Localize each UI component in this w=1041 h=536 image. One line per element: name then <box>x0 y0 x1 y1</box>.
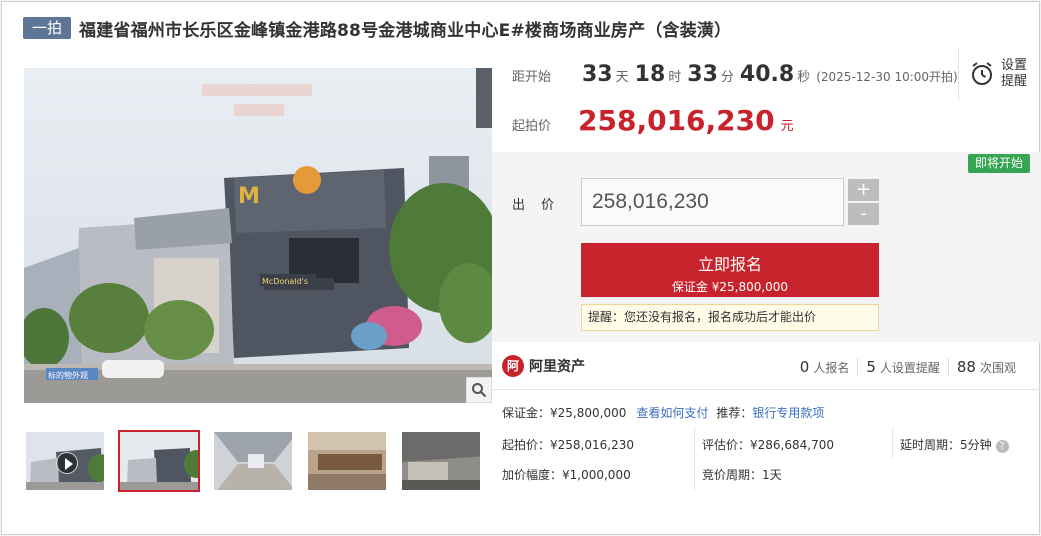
stat-number: 88 <box>956 358 976 376</box>
alarm-clock-icon <box>972 62 992 85</box>
magnifier-icon <box>472 383 487 398</box>
apply-deposit: 保证金 ¥25,800,000 <box>671 280 789 294</box>
bank-funds-link[interactable]: 银行专用款项 <box>752 404 824 421</box>
reminder-line2: 提醒 <box>1001 74 1028 89</box>
svg-text:M: M <box>238 184 260 209</box>
seconds-unit: 秒 <box>797 70 811 85</box>
thumbnail-strip <box>24 430 494 494</box>
status-badge: 即将开始 <box>967 154 1030 173</box>
deposit-row: 保证金：¥25,800,000 查看如何支付 推荐： 银行专用款项 <box>502 404 824 421</box>
registration-tip: 提醒：您还没有报名，报名成功后才能出价 <box>581 304 879 331</box>
set-reminder-button[interactable]: 设置 提醒 <box>958 48 1040 100</box>
bid-panel: 即将开始 出 价 258,016,230 + - 立即报名 保证金 ¥25,80… <box>492 152 1040 342</box>
days-unit: 天 <box>615 70 629 85</box>
how-to-pay-link[interactable]: 查看如何支付 <box>636 404 708 421</box>
increase-bid-button[interactable]: + <box>848 179 879 201</box>
countdown-seconds: 40.8 <box>739 62 795 87</box>
auction-round-tag: 一拍 <box>23 17 72 39</box>
detail-start-price: 起拍价：¥258,016,230 <box>502 438 634 452</box>
detail-bid-cycle: 竞价周期：1天 <box>702 468 782 482</box>
mall-photo-image: M 标的物外观 McDonald's <box>24 68 492 403</box>
reminder-line1: 设置 <box>1001 58 1028 73</box>
detail-delay: 延时周期：5分钟? <box>900 436 1009 453</box>
start-price-label: 起拍价 <box>512 119 552 134</box>
start-price-unit: 元 <box>780 119 794 134</box>
help-icon[interactable]: ? <box>995 440 1009 453</box>
photo-brand-text: McDonald's <box>262 277 308 286</box>
thumbnail-selected[interactable] <box>118 430 200 492</box>
minutes-unit: 分 <box>720 70 734 85</box>
countdown: 距开始 33 天 18 时 33 分 40.8 秒 (2025-12-30 10… <box>512 62 958 87</box>
stat-label: 人设置提醒 <box>879 361 940 375</box>
ali-logo-icon: 阿 <box>502 355 524 377</box>
bid-stepper: + - <box>848 179 879 227</box>
page-title: 福建省福州市长乐区金峰镇金港路88号金港城商业中心E#楼商场商业房产（含装潢） <box>79 20 732 41</box>
stat-views: 88 次围观 <box>947 358 1024 376</box>
detail-appraisal: 评估价：¥286,684,700 <box>702 438 834 452</box>
platform-row: 阿 阿里资产 0 人报名 5 人设置提醒 88 次围观 <box>492 346 1040 390</box>
play-icon <box>56 452 78 474</box>
countdown-label: 距开始 <box>512 70 552 85</box>
countdown-hours: 18 <box>634 62 666 87</box>
apply-button[interactable]: 立即报名 保证金 ¥25,800,000 <box>581 243 879 297</box>
auction-info: 距开始 33 天 18 时 33 分 40.8 秒 (2025-12-30 10… <box>492 48 1040 152</box>
stats: 0 人报名 5 人设置提醒 88 次围观 <box>792 358 1024 376</box>
apply-button-label: 立即报名 <box>697 255 762 274</box>
divider <box>694 428 695 490</box>
delay-text: 延时周期：5分钟 <box>900 438 992 452</box>
thumbnail-interior-1[interactable] <box>212 430 294 492</box>
stat-label: 次围观 <box>979 361 1016 375</box>
main-photo[interactable]: M 标的物外观 McDonald's <box>24 68 492 403</box>
stat-reminders: 5 人设置提醒 <box>857 358 948 376</box>
hours-unit: 时 <box>668 70 682 85</box>
thumbnail-video[interactable] <box>24 430 106 492</box>
recommend-label: 推荐： <box>716 406 753 420</box>
title-row: 一拍 福建省福州市长乐区金峰镇金港路88号金港城商业中心E#楼商场商业房产（含装… <box>23 14 731 42</box>
bid-label: 出 价 <box>512 198 561 213</box>
ali-assets-logo[interactable]: 阿 阿里资产 <box>502 355 585 377</box>
decrease-bid-button[interactable]: - <box>848 203 879 225</box>
start-price-value: 258,016,230 <box>578 104 775 137</box>
ali-logo-text: 阿里资产 <box>529 359 585 375</box>
stat-number: 0 <box>799 358 810 376</box>
detail-grid: 起拍价：¥258,016,230 评估价：¥286,684,700 延时周期：5… <box>502 426 1032 492</box>
detail-increment: 加价幅度：¥1,000,000 <box>502 468 631 482</box>
bid-amount-input[interactable]: 258,016,230 <box>581 178 844 226</box>
start-time: (2025-12-30 10:00开拍) <box>816 70 958 84</box>
zoom-button[interactable] <box>466 377 492 403</box>
thumbnail-interior-2[interactable] <box>306 430 388 492</box>
countdown-days: 33 <box>582 62 613 87</box>
start-price: 起拍价 258,016,230 元 <box>512 104 794 137</box>
stat-registrations: 0 人报名 <box>792 358 858 376</box>
thumbnail-interior-3[interactable] <box>400 430 482 492</box>
countdown-minutes: 33 <box>687 62 718 87</box>
deposit-amount: 保证金：¥25,800,000 <box>502 406 627 420</box>
divider <box>892 428 893 458</box>
stat-number: 5 <box>866 358 876 376</box>
photo-banner-text: 标的物外观 <box>48 370 88 380</box>
stat-label: 人报名 <box>813 361 850 375</box>
